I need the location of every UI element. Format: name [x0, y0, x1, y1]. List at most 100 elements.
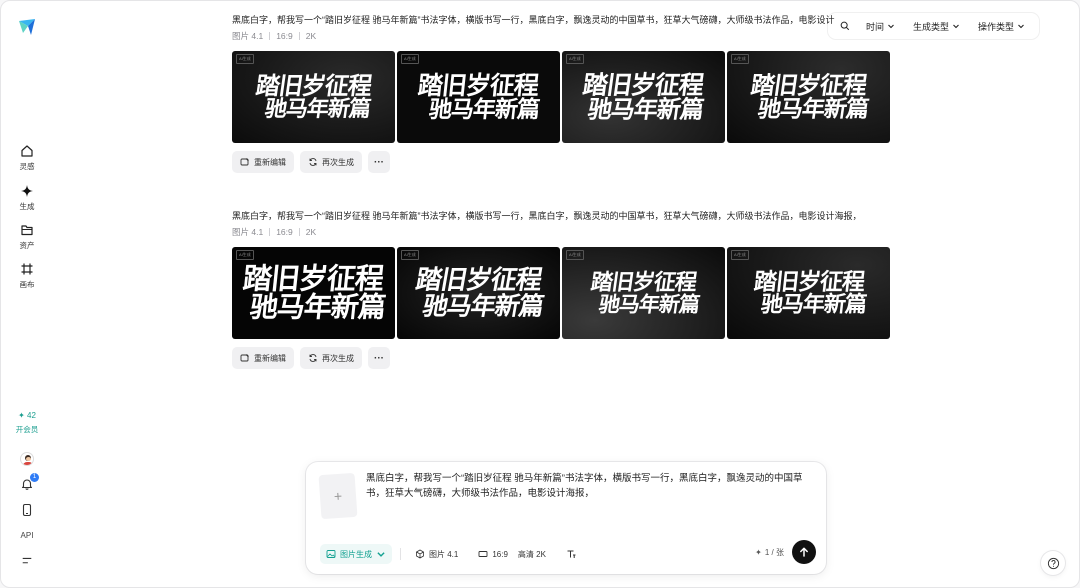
send-button[interactable]: [792, 540, 816, 564]
home-icon: [21, 145, 33, 157]
ai-watermark: AI生成: [401, 54, 419, 64]
generated-image[interactable]: AI生成 踏旧岁征程 驰马年新篇: [727, 247, 890, 339]
notification-badge: 1: [30, 473, 39, 482]
calligraphy-text: 踏旧岁征程 驰马年新篇: [416, 71, 541, 123]
mobile-app-button[interactable]: [1, 503, 53, 517]
model-label: 图片 4.1: [232, 227, 264, 237]
prompt-input[interactable]: 黑底白字，帮我写一个“踏旧岁征程 驰马年新篇”书法字体，横版书写一行，黑底白字，…: [366, 471, 818, 501]
op-type-filter-dropdown[interactable]: 操作类型: [970, 16, 1033, 37]
ai-watermark: AI生成: [401, 250, 419, 260]
sidebar-item-label: 灵感: [19, 162, 35, 171]
op-type-filter-label: 操作类型: [977, 21, 1014, 32]
sidebar-item-label: 画布: [19, 280, 35, 289]
folder-icon: [21, 225, 33, 236]
user-avatar-button[interactable]: [1, 452, 53, 466]
sparkle-icon: ✦: [755, 548, 762, 557]
generated-image[interactable]: AI生成 踏旧岁征程 驰马年新篇: [232, 51, 395, 143]
calligraphy-text: 踏旧岁征程 驰马年新篇: [254, 71, 374, 122]
re-edit-button[interactable]: 重新编辑: [232, 151, 294, 173]
prompt-text[interactable]: 黑底白字，帮我写一个“踏旧岁征程 驰马年新篇”书法字体，横版书写一行，黑底白字，…: [232, 210, 872, 222]
quota-indicator: ✦ 1 / 张: [755, 547, 784, 558]
model-label: 图片 4.1: [429, 549, 459, 559]
cube-icon: [416, 549, 424, 559]
composer-toolbar: 图片生成 图片 4.1 16:9 高清 2K: [320, 544, 582, 564]
gen-type-filter-label: 生成类型: [912, 21, 949, 32]
menu-icon: [22, 557, 32, 564]
resolution-label: 2K: [305, 31, 317, 41]
credits-panel[interactable]: ✦ 42 开会员: [1, 411, 53, 435]
ai-watermark: AI生成: [731, 250, 749, 260]
generated-image[interactable]: AI生成 踏旧岁征程 驰马年新篇: [562, 247, 725, 339]
re-edit-button[interactable]: 重新编辑: [232, 347, 294, 369]
sidebar-item-inspiration[interactable]: 灵感: [1, 144, 53, 172]
ratio-label: 16:9: [276, 31, 293, 41]
re-edit-label: 重新编辑: [254, 157, 286, 167]
api-link[interactable]: API: [1, 531, 53, 540]
ratio-label: 16:9: [492, 549, 508, 559]
sparkle-icon: [21, 185, 33, 197]
image-grid: AI生成 踏旧岁征程 驰马年新篇 AI生成 踏旧岁征程 驰马年新篇 AI生成 踏…: [232, 247, 892, 339]
ai-watermark: AI生成: [236, 250, 254, 260]
generation-record: 黑底白字，帮我写一个“踏旧岁征程 驰马年新篇”书法字体，横版书写一行，黑底白字，…: [232, 14, 892, 173]
ai-watermark: AI生成: [566, 54, 584, 64]
menu-button[interactable]: [1, 555, 53, 567]
regenerate-label: 再次生成: [322, 353, 354, 363]
re-edit-label: 重新编辑: [254, 353, 286, 363]
text-format-button[interactable]: [560, 544, 582, 564]
app-window: 灵感 生成 资产 画布 ✦ 42 开会员 1 API 时间 生成类型 操作类型 …: [0, 0, 1080, 588]
api-label: API: [20, 531, 34, 540]
more-options-button[interactable]: ···: [368, 151, 390, 173]
calligraphy-text: 踏旧岁征程 驰马年新篇: [241, 261, 387, 324]
app-logo[interactable]: [17, 17, 37, 37]
calligraphy-text: 踏旧岁征程 驰马年新篇: [589, 269, 701, 317]
sidebar-item-assets[interactable]: 资产: [1, 223, 53, 251]
generated-image[interactable]: AI生成 踏旧岁征程 驰马年新篇: [232, 247, 395, 339]
edit-icon: [240, 158, 249, 166]
chevron-down-icon: [377, 552, 385, 557]
calligraphy-text: 踏旧岁征程 驰马年新篇: [749, 70, 870, 123]
chevron-down-icon: [1018, 24, 1024, 29]
sidebar-item-label: 生成: [19, 202, 35, 211]
quality-label: 高清 2K: [517, 549, 546, 559]
credits-count: ✦ 42: [18, 411, 36, 420]
avatar: [20, 452, 34, 466]
calligraphy-text: 踏旧岁征程 驰马年新篇: [581, 70, 706, 124]
help-button[interactable]: [1041, 551, 1065, 575]
gen-type-filter-dropdown[interactable]: 生成类型: [905, 16, 968, 37]
upload-reference-button[interactable]: +: [318, 472, 358, 520]
edit-icon: [240, 354, 249, 362]
text-icon: [567, 550, 576, 558]
calligraphy-text: 踏旧岁征程 驰马年新篇: [752, 268, 868, 318]
generated-image[interactable]: AI生成 踏旧岁征程 驰马年新篇: [397, 51, 560, 143]
generation-mode-dropdown[interactable]: 图片生成: [320, 544, 392, 564]
sidebar-item-generate[interactable]: 生成: [1, 184, 53, 212]
more-options-button[interactable]: ···: [368, 347, 390, 369]
image-grid: AI生成 踏旧岁征程 驰马年新篇 AI生成 踏旧岁征程 驰马年新篇 AI生成 踏…: [232, 51, 892, 143]
prompt-composer: + 黑底白字，帮我写一个“踏旧岁征程 驰马年新篇”书法字体，横版书写一行，黑底白…: [306, 462, 826, 574]
calligraphy-text: 踏旧岁征程 驰马年新篇: [413, 265, 547, 321]
prompt-text[interactable]: 黑底白字，帮我写一个“踏旧岁征程 驰马年新篇”书法字体，横版书写一行，黑底白字，…: [232, 14, 842, 26]
ai-watermark: AI生成: [236, 54, 254, 64]
generation-record: 黑底白字，帮我写一个“踏旧岁征程 驰马年新篇”书法字体，横版书写一行，黑底白字，…: [232, 210, 892, 369]
generated-image[interactable]: AI生成 踏旧岁征程 驰马年新篇: [727, 51, 890, 143]
sidebar-item-canvas[interactable]: 画布: [1, 262, 53, 290]
chevron-down-icon: [953, 24, 959, 29]
notifications-button[interactable]: 1: [1, 473, 53, 491]
refresh-icon: [309, 354, 317, 362]
generated-image[interactable]: AI生成 踏旧岁征程 驰马年新篇: [397, 247, 560, 339]
regenerate-button[interactable]: 再次生成: [300, 347, 362, 369]
generation-mode-label: 图片生成: [340, 549, 372, 559]
regenerate-label: 再次生成: [322, 157, 354, 167]
ratio-label: 16:9: [276, 227, 293, 237]
ratio-quality-selector[interactable]: 16:9 高清 2K: [472, 544, 552, 564]
model-selector[interactable]: 图片 4.1: [409, 544, 464, 564]
ai-watermark: AI生成: [731, 54, 749, 64]
generation-meta: 图片 4.1 16:9 2K: [232, 30, 892, 42]
membership-link[interactable]: 开会员: [16, 424, 39, 435]
generation-actions: 重新编辑 再次生成 ···: [232, 151, 892, 173]
resolution-label: 2K: [305, 227, 317, 237]
refresh-icon: [309, 158, 317, 166]
quota-label: 1 / 张: [764, 548, 784, 557]
regenerate-button[interactable]: 再次生成: [300, 151, 362, 173]
generated-image[interactable]: AI生成 踏旧岁征程 驰马年新篇: [562, 51, 725, 143]
